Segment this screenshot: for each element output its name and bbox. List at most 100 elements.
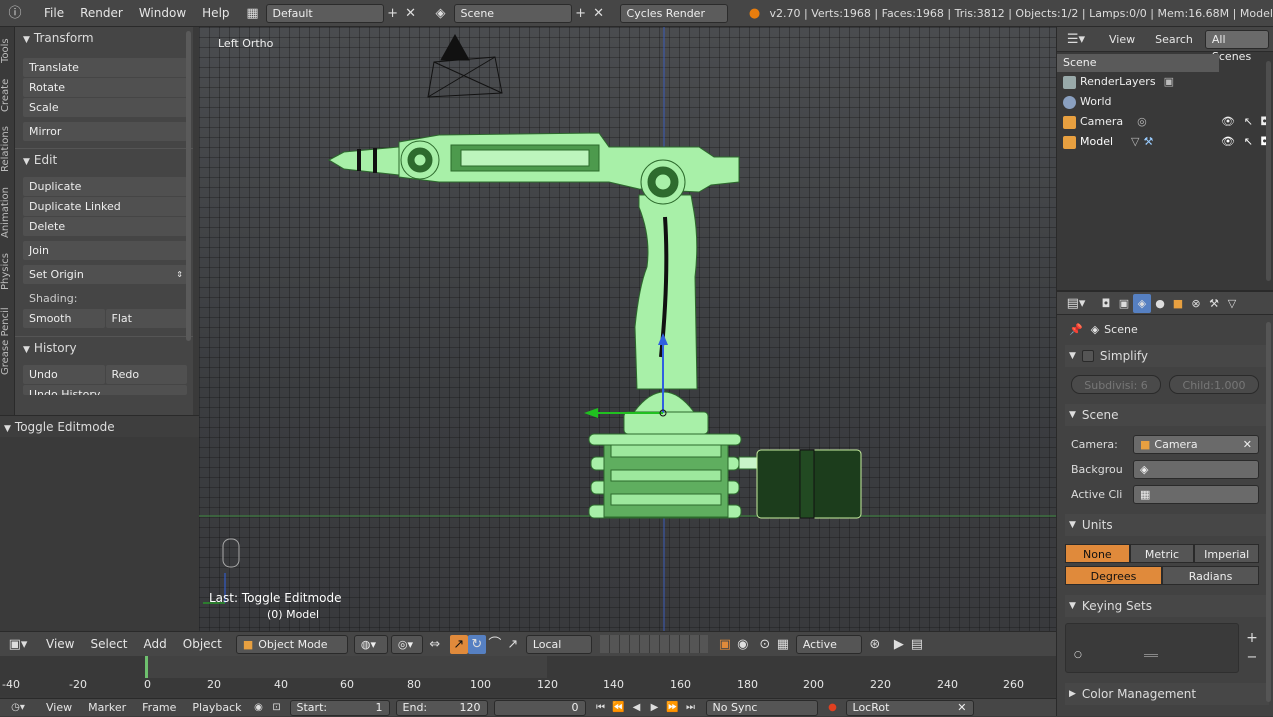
jump-start-icon[interactable]: ⏮ xyxy=(592,698,610,717)
scene-selector[interactable]: Scene xyxy=(453,3,572,23)
mirror-button[interactable]: Mirror xyxy=(23,122,187,141)
constraints-tab-icon[interactable]: ⊗ xyxy=(1187,294,1205,313)
visibility-eye-icon[interactable]: 👁 xyxy=(1221,132,1235,152)
translate-button[interactable]: Translate xyxy=(23,58,187,77)
tab-physics[interactable]: Physics xyxy=(0,249,15,295)
end-frame-field[interactable]: End: 120 xyxy=(395,699,488,716)
menu-file[interactable]: File xyxy=(36,6,72,20)
properties-scrollbar[interactable] xyxy=(1266,322,1271,702)
color-management-panel-header[interactable]: ▶ Color Management xyxy=(1065,683,1269,705)
tab-grease-pencil[interactable]: Grease Pencil xyxy=(0,301,15,381)
3d-viewport[interactable]: Left Ortho Last: Toggle Editmode (0) Mod… xyxy=(199,27,1056,631)
outliner-editor-icon[interactable]: ☰▾ xyxy=(1063,30,1089,49)
remove-scene-icon[interactable]: ✕ xyxy=(590,4,608,23)
editor-type-icon[interactable]: ▣▾ xyxy=(4,635,32,654)
snap-element-icon[interactable]: ▦ xyxy=(774,635,792,654)
world-tab-icon[interactable]: ● xyxy=(1151,294,1169,313)
scale-handle-icon[interactable]: ↗ xyxy=(504,635,522,654)
duplicate-button[interactable]: Duplicate xyxy=(23,177,187,196)
scene-icon[interactable]: ◈ xyxy=(432,4,450,23)
play-reverse-icon[interactable]: ◀ xyxy=(628,698,646,717)
menu-render[interactable]: Render xyxy=(72,6,131,20)
visibility-eye-icon[interactable]: 👁 xyxy=(1221,112,1235,132)
lock-camera-icon[interactable]: ▣ xyxy=(716,635,734,654)
keying-sets-panel-header[interactable]: ▼ Keying Sets xyxy=(1065,595,1269,617)
outliner-item-renderlayers[interactable]: RenderLayers ▣ xyxy=(1057,72,1273,92)
rotate-manipulator-icon[interactable]: ↻ xyxy=(467,634,486,654)
active-clip-field[interactable]: ▦ xyxy=(1133,484,1259,504)
layer-buttons[interactable] xyxy=(599,635,708,653)
join-button[interactable]: Join xyxy=(23,241,187,260)
smooth-button[interactable]: Smooth xyxy=(23,309,105,328)
lock-icon[interactable]: ⊡ xyxy=(268,698,286,717)
pivot-point-selector[interactable]: ◎▾ xyxy=(390,634,423,654)
layout-selector[interactable]: Default xyxy=(265,3,384,23)
undo-history-button[interactable]: Undo History xyxy=(23,385,187,395)
start-frame-field[interactable]: Start: 1 xyxy=(289,699,390,716)
flat-button[interactable]: Flat xyxy=(105,309,187,328)
unit-none-button[interactable]: None xyxy=(1065,544,1130,563)
unit-imperial-button[interactable]: Imperial xyxy=(1194,544,1260,563)
orientation-selector[interactable]: Local xyxy=(525,634,592,654)
list-resize-grip[interactable] xyxy=(1144,654,1158,657)
set-origin-dropdown[interactable]: Set Origin ⇕ xyxy=(23,265,187,284)
menu-select[interactable]: Select xyxy=(82,637,135,651)
rotate-button[interactable]: Rotate xyxy=(23,78,187,97)
modifiers-tab-icon[interactable]: ⚒ xyxy=(1205,294,1223,313)
info-icon[interactable]: ⓘ xyxy=(4,4,26,23)
jump-end-icon[interactable]: ⏭ xyxy=(682,698,700,717)
sync-mode-selector[interactable]: No Sync xyxy=(705,699,818,716)
clear-camera-icon[interactable]: ✕ xyxy=(1243,436,1252,453)
history-panel-header[interactable]: ▼ History xyxy=(15,336,193,358)
current-frame-field[interactable]: 0 xyxy=(493,699,586,716)
remove-keying-set-icon[interactable]: − xyxy=(1243,648,1261,667)
manipulator-toggle-icon[interactable]: ⇔ xyxy=(426,635,444,654)
simplify-checkbox[interactable] xyxy=(1081,350,1094,362)
degrees-button[interactable]: Degrees xyxy=(1065,566,1162,585)
simplify-panel-header[interactable]: ▼ Simplify xyxy=(1065,345,1269,367)
outliner-item-camera[interactable]: Camera ◎ 👁 ↖ ◘ xyxy=(1057,112,1273,132)
snap-toggle-icon[interactable]: ⊙ xyxy=(756,635,774,654)
outliner-menu-view[interactable]: View xyxy=(1101,33,1143,46)
tab-tools[interactable]: Tools xyxy=(0,33,15,69)
menu-window[interactable]: Window xyxy=(131,6,194,20)
units-panel-header[interactable]: ▼ Units xyxy=(1065,514,1269,536)
proportional-edit-icon[interactable]: ◉ xyxy=(734,635,752,654)
remove-layout-icon[interactable]: ✕ xyxy=(402,4,420,23)
timeline-menu-frame[interactable]: Frame xyxy=(134,701,184,714)
opengl-render-icon[interactable]: ⊛ xyxy=(866,635,884,654)
transform-panel-header[interactable]: ▼ Transform xyxy=(15,27,193,49)
next-keyframe-icon[interactable]: ⏩ xyxy=(664,698,682,717)
radians-button[interactable]: Radians xyxy=(1162,566,1259,585)
toolshelf-scrollbar[interactable] xyxy=(186,31,191,341)
tab-create[interactable]: Create xyxy=(0,75,15,115)
viewport-shading-selector[interactable]: ◍▾ xyxy=(353,634,388,654)
clear-keying-icon[interactable]: ✕ xyxy=(957,701,966,715)
edit-panel-header[interactable]: ▼ Edit xyxy=(15,148,193,170)
snap-target-selector[interactable]: Active xyxy=(795,634,862,654)
play-icon[interactable]: ▶ xyxy=(646,698,664,717)
outliner-item-model[interactable]: Model ▽ ⚒ 👁 ↖ ◘ xyxy=(1057,132,1273,152)
timeline-editor-icon[interactable]: ◷▾ xyxy=(4,698,32,717)
screen-layout-icon[interactable]: ▦ xyxy=(244,4,262,23)
render-layers-tab-icon[interactable]: ▣ xyxy=(1115,294,1133,313)
menu-view[interactable]: View xyxy=(38,637,82,651)
render-engine-selector[interactable]: Cycles Render xyxy=(619,3,728,23)
outliner-scrollbar[interactable] xyxy=(1266,61,1271,281)
outliner-display-selector[interactable]: All Scenes xyxy=(1204,29,1269,63)
prev-keyframe-icon[interactable]: ⏪ xyxy=(610,698,628,717)
menu-object[interactable]: Object xyxy=(175,637,230,651)
mode-selector[interactable]: ■ Object Mode xyxy=(235,634,348,654)
render-tab-icon[interactable]: ◘ xyxy=(1097,294,1115,313)
unit-metric-button[interactable]: Metric xyxy=(1129,544,1195,563)
delete-button[interactable]: Delete xyxy=(23,217,187,236)
menu-add[interactable]: Add xyxy=(136,637,175,651)
redo-button[interactable]: Redo xyxy=(105,365,187,384)
timeline[interactable]: -40 -20 0 20 40 60 80 100 120 140 160 18… xyxy=(0,656,1056,696)
add-keying-set-icon[interactable]: + xyxy=(1243,629,1261,648)
pin-icon[interactable]: 📌 xyxy=(1069,323,1083,336)
selectable-cursor-icon[interactable]: ↖ xyxy=(1244,132,1253,152)
object-tab-icon[interactable]: ■ xyxy=(1169,294,1187,313)
tab-relations[interactable]: Relations xyxy=(0,121,15,177)
translate-manipulator-icon[interactable]: ↗ xyxy=(449,634,468,654)
